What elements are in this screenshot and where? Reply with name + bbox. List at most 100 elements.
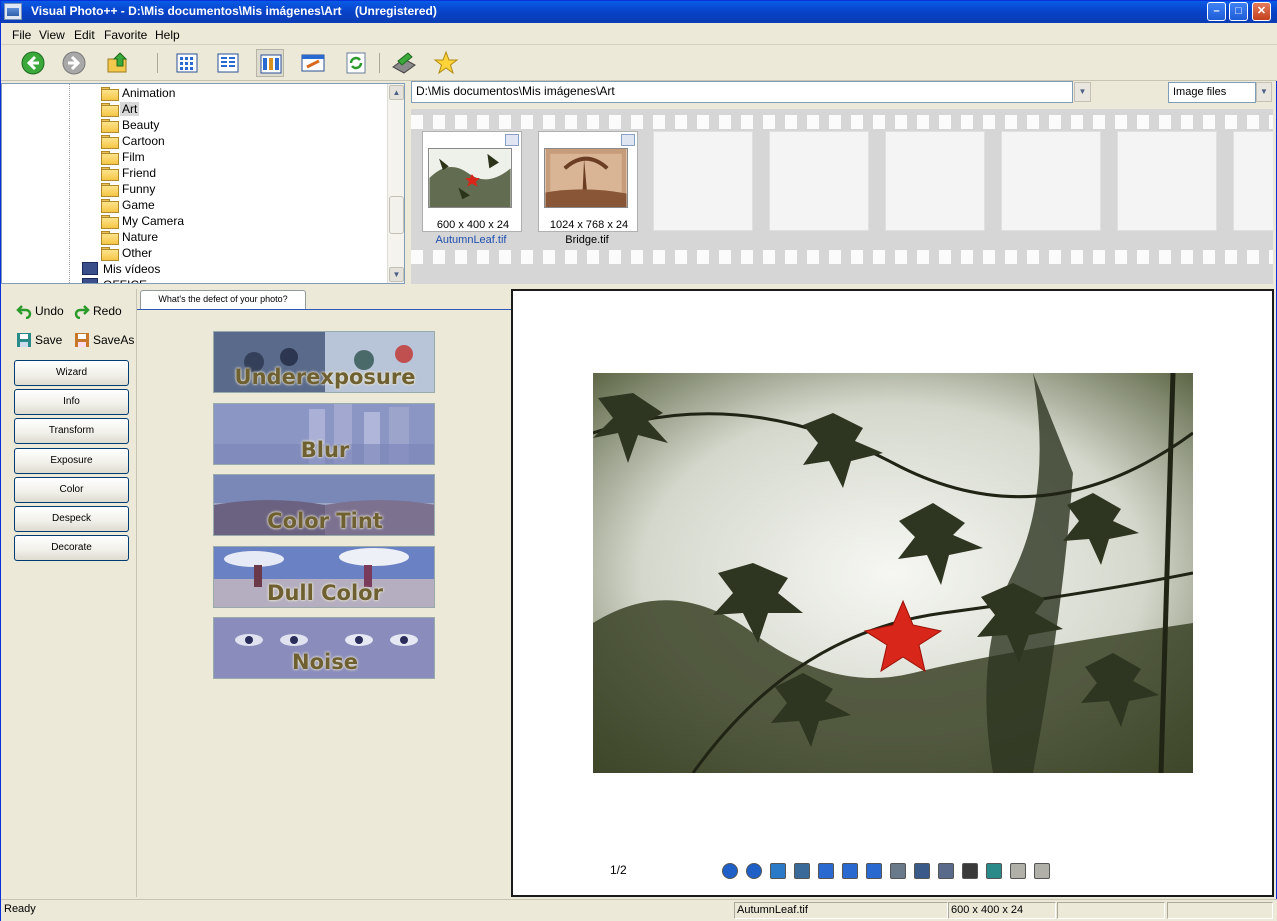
- back-arrow-icon: [21, 51, 45, 75]
- up-folder-button[interactable]: [104, 49, 132, 77]
- path-input[interactable]: D:\Mis documentos\Mis imágenes\Art: [411, 81, 1073, 103]
- left-tool-panel: Undo Redo Save SaveAs Wizard Info Transfor…: [1, 289, 136, 897]
- scroll-thumb[interactable]: [389, 196, 404, 234]
- disabled-left-icon: [1010, 863, 1026, 879]
- tree-item-label: OFFICE: [103, 278, 147, 283]
- zoom-actual-icon[interactable]: [842, 863, 858, 879]
- undo-button[interactable]: Undo: [16, 303, 64, 319]
- rotate-icon[interactable]: [770, 863, 786, 879]
- preview-image: [593, 373, 1193, 773]
- print-icon[interactable]: [890, 863, 906, 879]
- save-button[interactable]: Save: [16, 332, 62, 348]
- up-folder-icon: [107, 52, 128, 73]
- thumbnail-image: [428, 148, 512, 208]
- color-button[interactable]: Color: [14, 476, 129, 503]
- list-view-button[interactable]: [214, 49, 242, 77]
- exposure-button[interactable]: Exposure: [14, 447, 129, 474]
- status-filename: AutumnLeaf.tif: [734, 902, 948, 919]
- filmstrip-view-button[interactable]: [256, 49, 284, 77]
- folder-icon: [101, 167, 119, 181]
- zoom-out-icon[interactable]: [866, 863, 882, 879]
- thumbnail-card[interactable]: 600 x 400 x 24: [422, 131, 522, 232]
- tree-item-label: Beauty: [122, 118, 160, 132]
- close-button[interactable]: ✕: [1252, 2, 1271, 21]
- folder-icon: [101, 215, 119, 229]
- paste-icon[interactable]: [962, 863, 978, 879]
- defect-color-tint[interactable]: Color Tint: [213, 474, 435, 536]
- thumbnail-dims: 1024 x 768 x 24: [549, 219, 629, 231]
- defect-blur[interactable]: Blur: [213, 403, 435, 465]
- thumbnail-image: [544, 148, 628, 208]
- folder-icon: [101, 183, 119, 197]
- menu-favorite[interactable]: Favorite: [104, 28, 147, 42]
- app-icon[interactable]: [4, 3, 22, 20]
- defect-panel: What's the defect of your photo? Underex…: [136, 289, 511, 897]
- menu-edit[interactable]: Edit: [74, 28, 95, 42]
- toolbar: [1, 45, 1277, 81]
- next-page-icon[interactable]: [746, 863, 762, 879]
- thumbnail-name[interactable]: Bridge.tif: [527, 234, 647, 246]
- toolbar-separator: [379, 53, 380, 73]
- empty-frame: [769, 131, 869, 231]
- scroll-up-icon[interactable]: ▲: [389, 85, 404, 100]
- folder-tree[interactable]: Animation Art Beauty Cartoon Film Friend Funny…: [1, 83, 405, 284]
- defect-label: Dull Color: [267, 581, 383, 605]
- scroll-down-icon[interactable]: ▼: [389, 267, 404, 282]
- menu-bar: File View Edit Favorite Help: [1, 23, 1277, 45]
- title-bar[interactable]: Visual Photo++ - D:\Mis documentos\Mis i…: [1, 1, 1277, 23]
- redo-button[interactable]: Redo: [74, 303, 122, 319]
- favorite-button[interactable]: [432, 49, 460, 77]
- maximize-button[interactable]: □: [1229, 2, 1248, 21]
- thumbnail-name[interactable]: AutumnLeaf.tif: [411, 234, 531, 246]
- edit-icon[interactable]: [914, 863, 930, 879]
- folder-icon: [101, 135, 119, 149]
- defect-dull-color[interactable]: Dull Color: [213, 546, 435, 608]
- refresh-button[interactable]: [342, 49, 370, 77]
- transform-button[interactable]: Transform: [14, 418, 129, 445]
- back-button[interactable]: [19, 49, 47, 77]
- saveas-button[interactable]: SaveAs: [74, 332, 134, 348]
- tree-item-label: Friend: [122, 166, 157, 180]
- thumbnail-dims: 600 x 400 x 24: [436, 219, 510, 231]
- save-as-icon: [75, 333, 89, 347]
- undo-label: Undo: [35, 304, 64, 318]
- zoom-in-icon[interactable]: [818, 863, 834, 879]
- main-window: Visual Photo++ - D:\Mis documentos\Mis i…: [0, 0, 1277, 921]
- scanner-icon: [392, 52, 416, 74]
- tab-defects[interactable]: What's the defect of your photo?: [140, 290, 306, 309]
- saveas-label: SaveAs: [93, 333, 135, 347]
- menu-help[interactable]: Help: [155, 28, 180, 42]
- scanner-button[interactable]: [390, 49, 418, 77]
- defect-underexposure[interactable]: Underexposure: [213, 331, 435, 393]
- info-button[interactable]: Info: [14, 389, 129, 416]
- refresh-icon: [346, 52, 366, 74]
- despeck-button[interactable]: Despeck: [14, 506, 129, 532]
- file-filter-select[interactable]: Image files: [1168, 82, 1256, 103]
- image-type-icon: [621, 134, 635, 146]
- detail-view-button[interactable]: [299, 49, 327, 77]
- first-page-icon[interactable]: [722, 863, 738, 879]
- tree-scrollbar[interactable]: ▲ ▼: [387, 84, 404, 283]
- defect-noise[interactable]: Noise: [213, 617, 435, 679]
- forward-button[interactable]: [60, 49, 88, 77]
- wizard-button[interactable]: Wizard: [14, 360, 129, 386]
- path-dropdown-icon[interactable]: ▼: [1074, 82, 1091, 102]
- status-empty: [1057, 902, 1165, 919]
- status-bar: Ready AutumnLeaf.tif 600 x 400 x 24: [1, 899, 1277, 921]
- fit-screen-icon[interactable]: [794, 863, 810, 879]
- thumbnail-card[interactable]: 1024 x 768 x 24: [538, 131, 638, 232]
- menu-view[interactable]: View: [39, 28, 65, 42]
- save-icon[interactable]: [986, 863, 1002, 879]
- decorate-button[interactable]: Decorate: [14, 535, 129, 562]
- tree-item-label: Cartoon: [122, 134, 165, 148]
- menu-file[interactable]: File: [12, 28, 31, 42]
- thumbnail-view-button[interactable]: [173, 49, 201, 77]
- image-viewer[interactable]: 1/2: [511, 289, 1274, 897]
- filter-dropdown-icon[interactable]: ▼: [1256, 82, 1272, 102]
- folder-icon: [101, 247, 119, 261]
- empty-frame: [885, 131, 985, 231]
- window-title: Visual Photo++ - D:\Mis documentos\Mis i…: [31, 4, 437, 18]
- minimize-button[interactable]: –: [1207, 2, 1226, 21]
- copy-icon[interactable]: [938, 863, 954, 879]
- status-empty: [1167, 902, 1273, 919]
